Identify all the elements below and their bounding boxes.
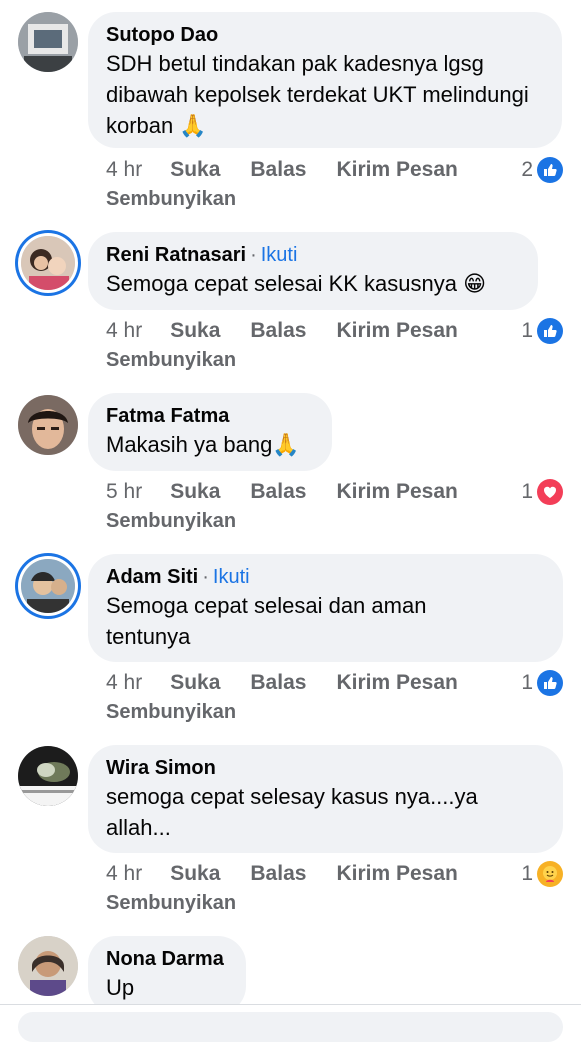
hide-button[interactable]: Sembunyikan: [106, 892, 236, 915]
comment-input[interactable]: [18, 1012, 563, 1042]
send-message-button[interactable]: Kirim Pesan: [336, 158, 457, 182]
comment-actions: 4 hr Suka Balas Kirim Pesan: [106, 859, 563, 889]
commenter-name[interactable]: Fatma Fatma: [106, 405, 229, 427]
reaction-count[interactable]: 1: [521, 861, 563, 887]
avatar[interactable]: [21, 559, 75, 613]
follow-button[interactable]: Ikuti: [261, 244, 298, 266]
avatar[interactable]: [18, 395, 78, 455]
comment-bubble: Sutopo Dao SDH betul tindakan pak kadesn…: [88, 12, 562, 148]
avatar[interactable]: [18, 12, 78, 72]
commenter-name[interactable]: Sutopo Dao: [106, 24, 218, 46]
avatar[interactable]: [18, 936, 78, 996]
reaction-count[interactable]: 1: [521, 479, 563, 505]
reply-button[interactable]: Balas: [250, 862, 306, 886]
separator-dot: ·: [202, 566, 209, 588]
comment-bubble: Nona Darma Up: [88, 936, 246, 1014]
timestamp[interactable]: 4 hr: [106, 862, 142, 886]
commenter-name[interactable]: Nona Darma: [106, 948, 224, 970]
like-button[interactable]: Suka: [170, 862, 220, 886]
like-reaction-icon: [537, 157, 563, 183]
timestamp[interactable]: 4 hr: [106, 319, 142, 343]
reaction-number: 1: [521, 319, 533, 342]
comment-text: SDH betul tindakan pak kadesnya lgsg dib…: [106, 51, 529, 138]
hide-button[interactable]: Sembunyikan: [106, 188, 236, 211]
reaction-count[interactable]: 1: [521, 318, 563, 344]
commenter-name[interactable]: Adam Siti: [106, 566, 198, 588]
reaction-number: 2: [521, 158, 533, 181]
like-reaction-icon: [537, 318, 563, 344]
avatar[interactable]: [21, 236, 75, 290]
comment-actions: 5 hr Suka Balas Kirim Pesan: [106, 477, 563, 507]
avatar[interactable]: [18, 746, 78, 806]
reply-button[interactable]: Balas: [250, 480, 306, 504]
reaction-count[interactable]: 1: [521, 670, 563, 696]
send-message-button[interactable]: Kirim Pesan: [336, 671, 457, 695]
timestamp[interactable]: 5 hr: [106, 480, 142, 504]
reply-button[interactable]: Balas: [250, 158, 306, 182]
reaction-count[interactable]: 2: [521, 157, 563, 183]
comment-bubble: Wira Simon semoga cepat selesay kasus ny…: [88, 745, 563, 853]
hide-button[interactable]: Sembunyikan: [106, 349, 236, 372]
send-message-button[interactable]: Kirim Pesan: [336, 480, 457, 504]
comment-bubble: Reni Ratnasari · Ikuti Semoga cepat selesa…: [88, 232, 538, 310]
comment-actions: 4 hr Suka Balas Kirim Pesan: [106, 668, 563, 698]
like-button[interactable]: Suka: [170, 319, 220, 343]
timestamp[interactable]: 4 hr: [106, 671, 142, 695]
comment-text: Up: [106, 975, 135, 1000]
comment-text: Semoga cepat selesai KK kasusnya 😁: [106, 271, 487, 296]
reply-button[interactable]: Balas: [250, 671, 306, 695]
send-message-button[interactable]: Kirim Pesan: [336, 319, 457, 343]
comment-text: Makasih ya bang🙏: [106, 432, 300, 457]
hide-button[interactable]: Sembunyikan: [106, 510, 236, 533]
commenter-name[interactable]: Reni Ratnasari: [106, 244, 246, 266]
timestamp[interactable]: 4 hr: [106, 158, 142, 182]
like-button[interactable]: Suka: [170, 158, 220, 182]
like-button[interactable]: Suka: [170, 671, 220, 695]
reaction-number: 1: [521, 480, 533, 503]
love-reaction-icon: [537, 479, 563, 505]
reaction-number: 1: [521, 671, 533, 694]
comment-actions: 4 hr Suka Balas Kirim Pesan: [106, 316, 563, 346]
comment-bubble: Adam Siti · Ikuti Semoga cepat selesai dan…: [88, 554, 563, 662]
comment-bubble: Fatma Fatma Makasih ya bang🙏: [88, 393, 332, 471]
commenter-name[interactable]: Wira Simon: [106, 757, 216, 779]
send-message-button[interactable]: Kirim Pesan: [336, 862, 457, 886]
comment-text: semoga cepat selesay kasus nya....ya all…: [106, 784, 478, 840]
reaction-number: 1: [521, 862, 533, 885]
care-reaction-icon: [537, 861, 563, 887]
follow-button[interactable]: Ikuti: [213, 566, 250, 588]
separator-dot: ·: [250, 244, 257, 266]
reply-button[interactable]: Balas: [250, 319, 306, 343]
like-reaction-icon: [537, 670, 563, 696]
hide-button[interactable]: Sembunyikan: [106, 701, 236, 724]
comment-text: Semoga cepat selesai dan aman tentunya: [106, 593, 427, 649]
comment-actions: 4 hr Suka Balas Kirim Pesan: [106, 155, 563, 185]
like-button[interactable]: Suka: [170, 480, 220, 504]
